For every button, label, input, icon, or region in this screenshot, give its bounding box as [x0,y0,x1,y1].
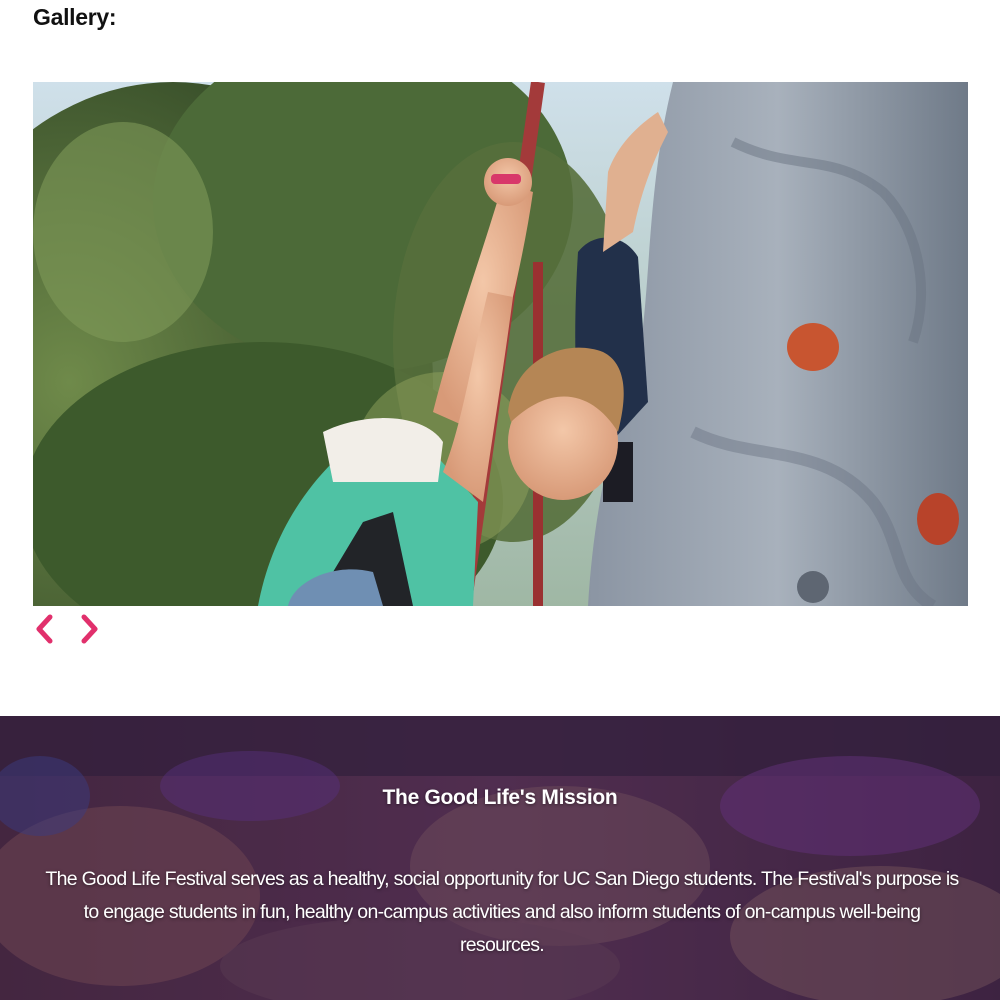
mission-body: The Good Life Festival serves as a healt… [45,868,959,956]
mission-title: The Good Life's Mission [382,786,618,809]
chevron-right-icon[interactable] [76,612,104,646]
rock-climbing-photo [33,82,968,606]
gallery-slide[interactable] [33,82,968,606]
chevron-left-icon[interactable] [30,612,58,646]
page: Gallery: The Good Life's Mission The Goo… [0,0,1000,1000]
slider-nav [30,612,104,646]
mission-section: The Good Life's Mission The Good Life Fe… [0,716,1000,1000]
gallery-heading: Gallery: [33,4,117,30]
